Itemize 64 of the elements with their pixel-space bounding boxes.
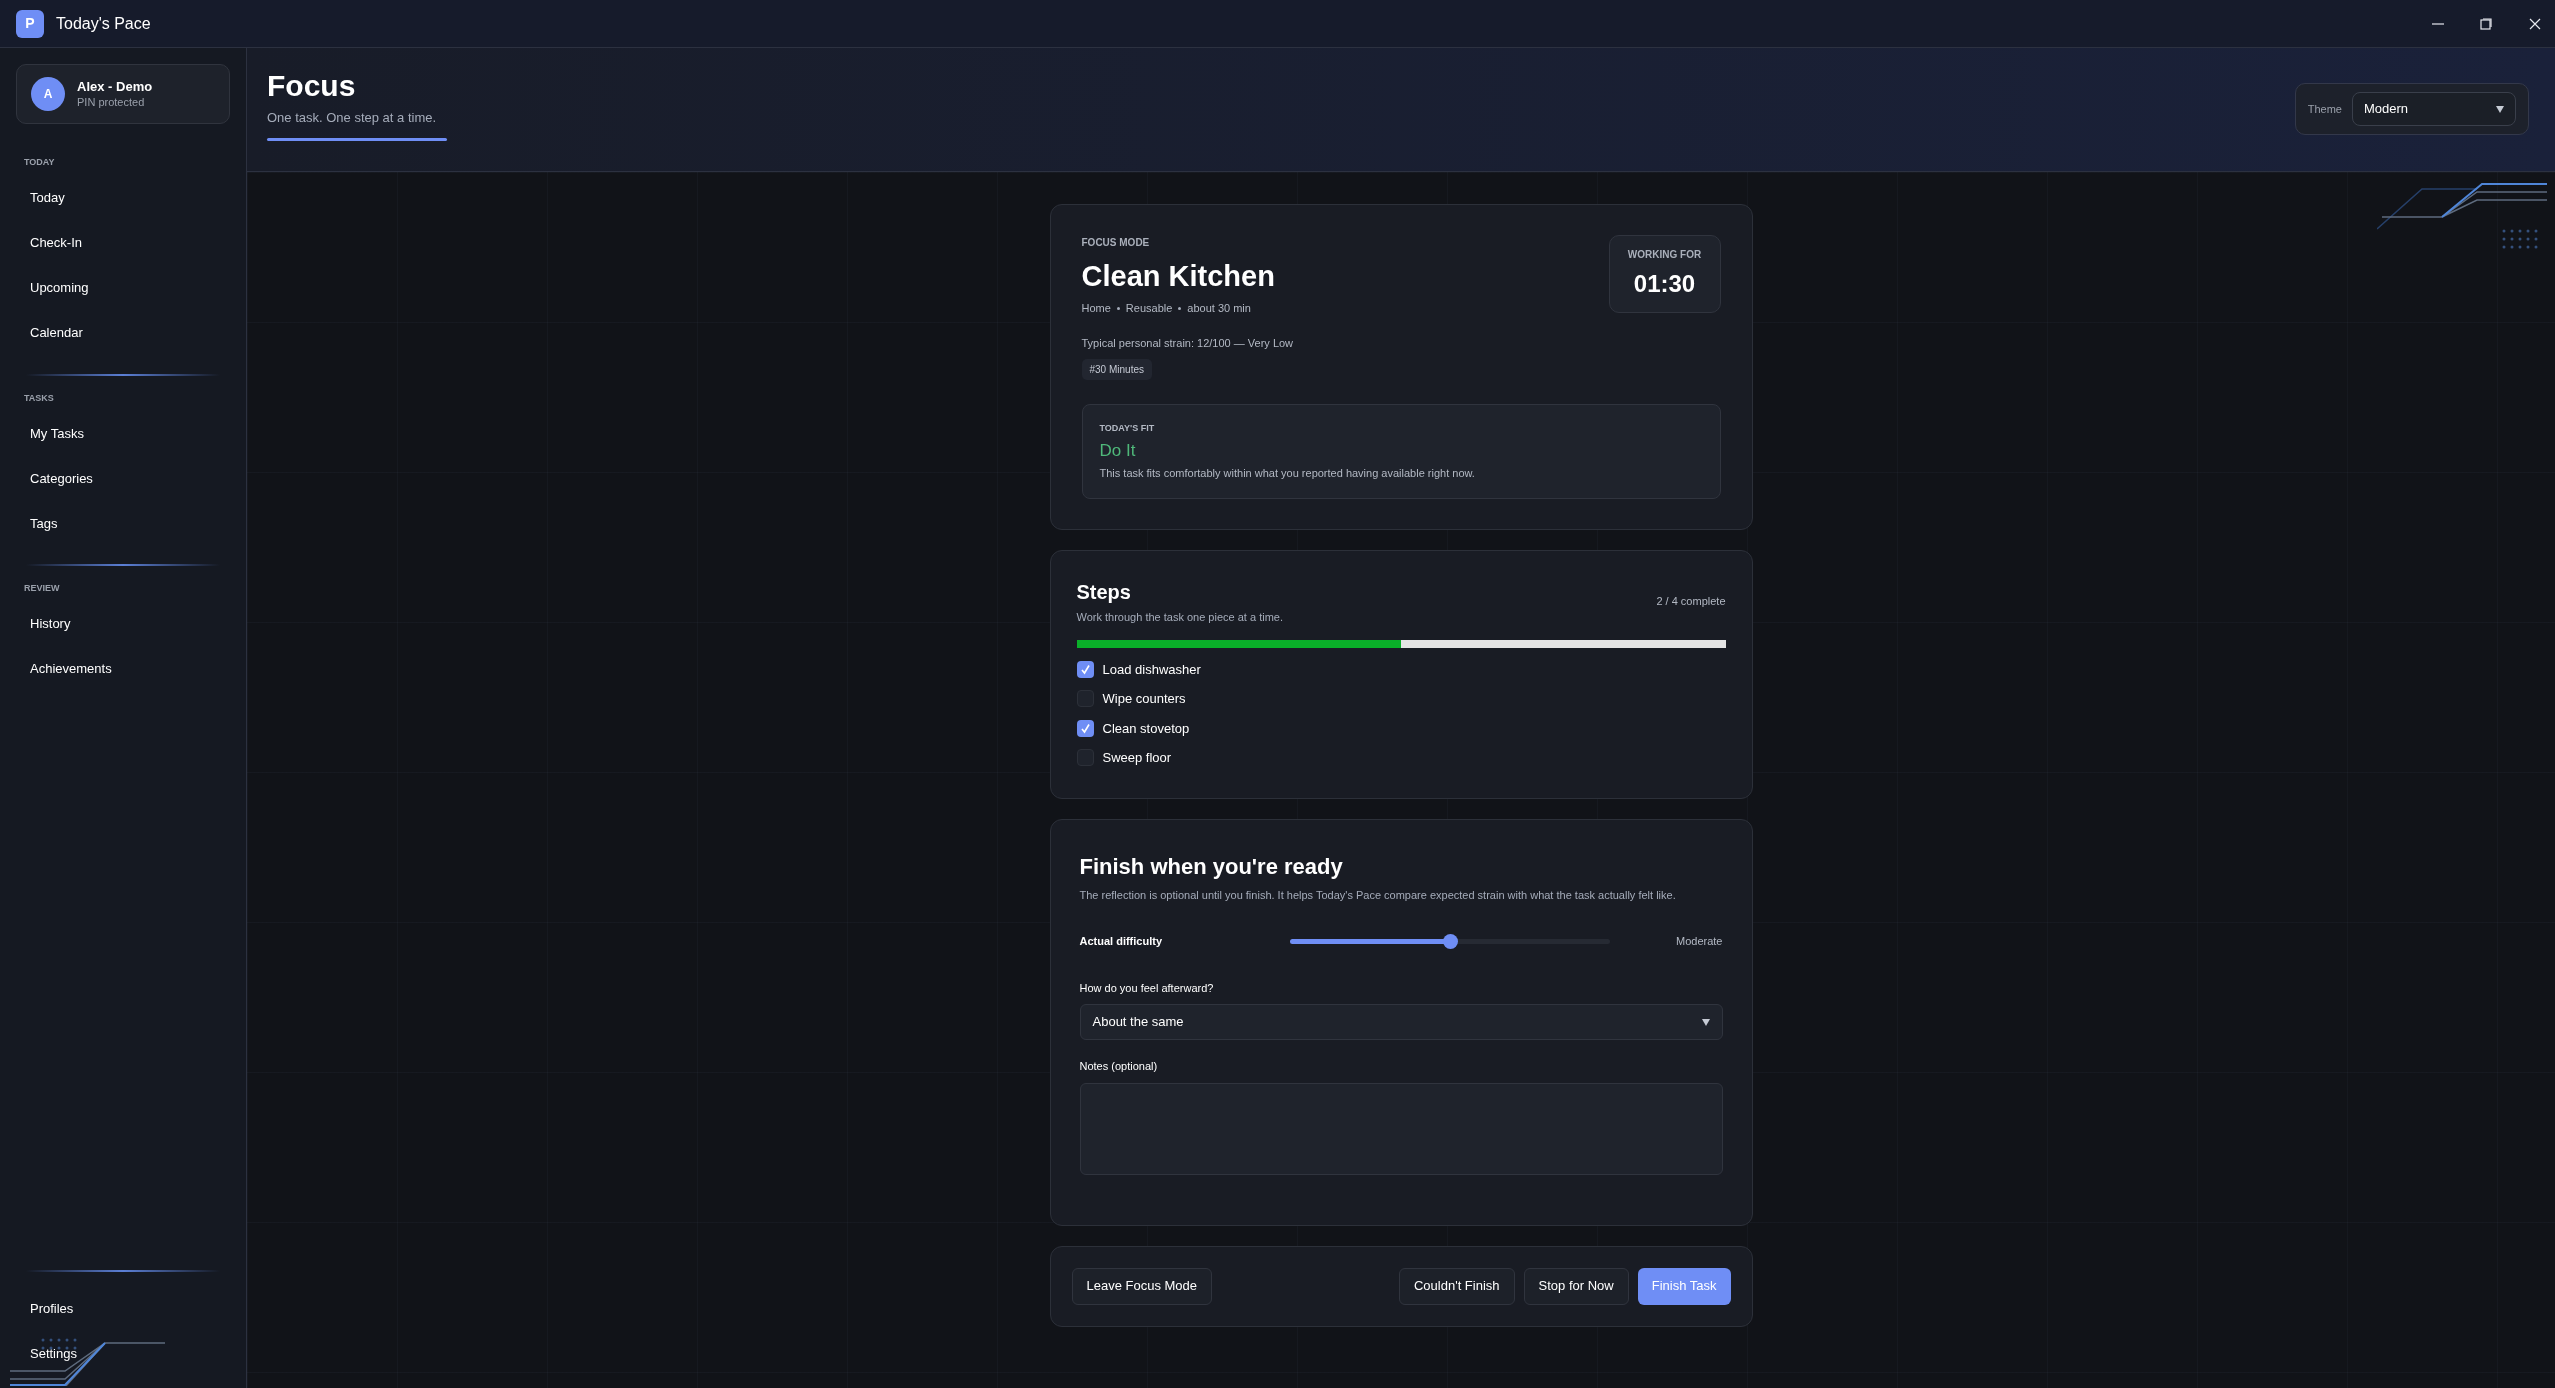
slider-label: Actual difficulty: [1079, 934, 1163, 949]
theme-dropdown[interactable]: Modern: [2352, 92, 2516, 126]
step-label: Clean stovetop: [1102, 719, 1190, 738]
sidebar-item[interactable]: Achievements: [16, 646, 230, 692]
caret-icon: [2496, 105, 2504, 113]
sidebar-item[interactable]: Calendar: [16, 310, 230, 356]
check-icon: [1079, 663, 1091, 675]
sidebar-item[interactable]: Profiles: [16, 1286, 230, 1331]
meta-text: about 30 min: [1187, 301, 1251, 316]
caret-icon: [1701, 1018, 1710, 1026]
sidebar-item[interactable]: Upcoming: [16, 265, 230, 311]
strain-text: Typical personal strain: 12/100 — Very Low: [1081, 335, 1295, 351]
card-title: Steps: [1076, 580, 1132, 605]
sidebar-item[interactable]: My Tasks: [16, 411, 230, 456]
action-button[interactable]: Couldn't Finish: [1398, 1267, 1515, 1305]
step-label: Sweep floor: [1102, 749, 1172, 767]
sidebar-item[interactable]: Categories: [16, 456, 230, 501]
checkbox[interactable]: [1076, 660, 1094, 678]
window-title: Today's Pace: [56, 13, 151, 34]
app-logo: P: [16, 9, 44, 38]
page-subtitle: One task. One step at a time.: [267, 109, 438, 127]
field-label: Notes (optional): [1079, 1059, 1159, 1074]
sidebar-item[interactable]: Today: [16, 175, 230, 221]
sidebar-item[interactable]: History: [16, 601, 230, 647]
profile-name: Alex - Demo: [77, 79, 153, 95]
action-button[interactable]: Leave Focus Mode: [1071, 1267, 1213, 1305]
close-icon[interactable]: [2529, 17, 2541, 30]
sidebar-item[interactable]: Tags: [16, 501, 230, 546]
action-button[interactable]: Stop for Now: [1523, 1267, 1629, 1305]
progress-text: 2 / 4 complete: [1656, 594, 1726, 609]
section-heading: TODAY: [23, 156, 56, 169]
tag-chip: #30 Minutes: [1081, 359, 1152, 380]
eyebrow-label: FOCUS MODE: [1081, 236, 1151, 250]
field-label: How do you feel afterward?: [1079, 980, 1215, 996]
theme-label: Theme: [2307, 101, 2342, 117]
slider-thumb[interactable]: [1442, 933, 1458, 949]
fit-description: This task fits comfortably within what you reported having available right now.: [1099, 465, 1476, 481]
section-heading: REVIEW: [23, 582, 61, 595]
checkbox[interactable]: [1076, 719, 1094, 737]
sidebar-item[interactable]: Check-In: [16, 220, 230, 266]
fit-verdict: Do It: [1099, 439, 1137, 462]
page-title: Focus: [267, 68, 357, 104]
meta-text: Home: [1081, 301, 1111, 316]
timer-value: 01:30: [1633, 268, 1696, 299]
difficulty-slider[interactable]: [1289, 933, 1610, 950]
step-label: Load dishwasher: [1102, 660, 1201, 679]
maximize-icon[interactable]: [2480, 17, 2492, 30]
card-subtitle: Work through the task one piece at a time.: [1076, 610, 1284, 625]
fit-label: TODAY'S FIT: [1099, 422, 1156, 435]
notes-field[interactable]: [1079, 1082, 1723, 1175]
profile-card[interactable]: A Alex - Demo PIN protected: [16, 64, 230, 124]
timer-label: WORKING FOR: [1627, 247, 1702, 262]
profile-status: PIN protected: [77, 95, 146, 109]
meta-text: Reusable: [1125, 301, 1173, 316]
task-title: Clean Kitchen: [1081, 259, 1276, 294]
difficulty-reading: Moderate: [1676, 934, 1723, 949]
feeling-dropdown[interactable]: About the same: [1079, 1004, 1723, 1040]
check-icon: [1079, 722, 1091, 734]
section-heading: TASKS: [23, 391, 55, 405]
avatar: A: [31, 77, 65, 111]
step-label: Wipe counters: [1102, 690, 1186, 708]
card-description: The reflection is optional until you finish. It helps Today's Pace compare expected strain with what the task actually felt like.: [1079, 887, 1677, 903]
card-title: Finish when you're ready: [1079, 852, 1344, 881]
sidebar-item[interactable]: Settings: [16, 1331, 230, 1376]
